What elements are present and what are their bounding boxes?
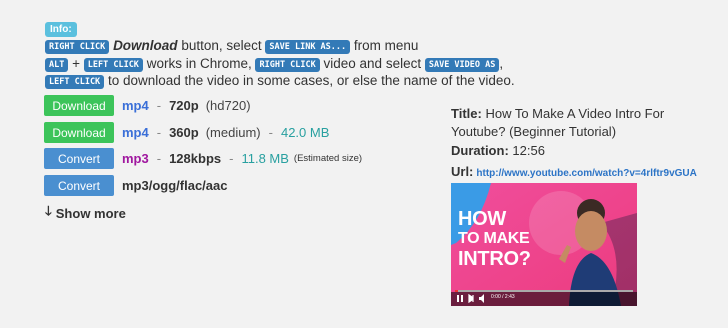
url-link[interactable]: http://www.youtube.com/watch?v=4rlftr9vG… (476, 168, 697, 179)
convert-row-audio: Convert mp3/ogg/flac/aac (44, 175, 227, 196)
key-save-video-as: SAVE VIDEO AS (424, 58, 500, 72)
plus-sign: + (68, 56, 84, 71)
key-right-click: RIGHT CLICK (45, 40, 110, 54)
instruction-line-1: RIGHT CLICK Download button, select SAVE… (45, 38, 418, 54)
download-word: Download (113, 38, 178, 53)
instruction-text: to download the video in some cases, or … (104, 73, 515, 88)
convert-button[interactable]: Convert (44, 175, 114, 196)
convert-row-mp3: Convert mp3 - 128kbps - 11.8 MB (Estimat… (44, 148, 362, 169)
player-time: 0:00 / 2:43 (491, 294, 515, 300)
separator: - (156, 151, 162, 166)
title-value: How To Make A Video Intro For Youtube? (… (451, 106, 665, 139)
info-badge: Info: (45, 22, 77, 37)
key-left-click: LEFT CLICK (45, 75, 105, 89)
format-label: mp4 (122, 98, 149, 113)
video-duration: Duration: 12:56 (451, 143, 545, 158)
estimated-size-note: (Estimated size) (293, 153, 363, 164)
download-row-mp4-720p: Download mp4 - 720p (hd720) (44, 95, 251, 116)
title-label: Title: (451, 106, 482, 121)
separator: - (156, 98, 162, 113)
video-title: Title: How To Make A Video Intro For You… (451, 105, 721, 141)
arrow-down-icon: 🡓 (45, 203, 52, 218)
instruction-line-2: ALT + LEFT CLICK works in Chrome, RIGHT … (45, 56, 503, 72)
instruction-text: video and select (319, 56, 425, 71)
file-size: 11.8 MB (241, 151, 289, 166)
quality-label: 128kbps (169, 151, 222, 166)
key-save-link-as: SAVE LINK AS... (265, 40, 351, 54)
file-size: 42.0 MB (280, 125, 330, 140)
format-label: mp3/ogg/flac/aac (122, 178, 228, 193)
separator: - (268, 125, 273, 140)
player-controls (451, 292, 637, 306)
separator: - (156, 125, 162, 140)
headline-line: TO MAKE (458, 230, 530, 247)
instruction-text: , (499, 56, 504, 71)
headline-line: INTRO? (458, 248, 531, 270)
download-row-mp4-360p: Download mp4 - 360p (medium) - 42.0 MB (44, 122, 329, 143)
instruction-text: button, select (177, 38, 266, 53)
quality-tag: (medium) (205, 125, 261, 140)
download-button[interactable]: Download (44, 122, 114, 143)
key-alt: ALT (45, 58, 69, 72)
separator: - (229, 151, 234, 166)
progress-fill (455, 290, 458, 292)
instruction-line-3: LEFT CLICK to download the video in some… (45, 73, 515, 89)
quality-tag: (hd720) (205, 98, 251, 113)
download-button[interactable]: Download (44, 95, 114, 116)
thumbnail-headline: HOW TO MAKE INTRO? (458, 209, 531, 269)
show-more-link[interactable]: 🡓 Show more (45, 202, 126, 224)
instruction-text: from menu (350, 38, 419, 53)
instruction-text: works in Chrome, (142, 56, 256, 71)
format-label: mp3 (122, 151, 149, 166)
progress-track (455, 290, 633, 292)
format-label: mp4 (122, 125, 149, 140)
key-right-click: RIGHT CLICK (255, 58, 320, 72)
pause-icon (461, 295, 463, 302)
pause-icon (457, 295, 459, 302)
person-face (575, 211, 607, 251)
key-left-click: LEFT CLICK (83, 58, 143, 72)
duration-value: 12:56 (512, 143, 545, 158)
convert-button[interactable]: Convert (44, 148, 114, 169)
url-label: Url: (451, 164, 474, 179)
video-url: Url: http://www.youtube.com/watch?v=4rlft… (451, 164, 697, 179)
headline-line: HOW (458, 208, 506, 230)
quality-label: 720p (169, 98, 199, 113)
duration-label: Duration: (451, 143, 509, 158)
video-thumbnail[interactable]: HOW TO MAKE INTRO? 0:00 / 2:43 (451, 183, 637, 306)
show-more-label: Show more (55, 205, 126, 221)
quality-label: 360p (169, 125, 199, 140)
